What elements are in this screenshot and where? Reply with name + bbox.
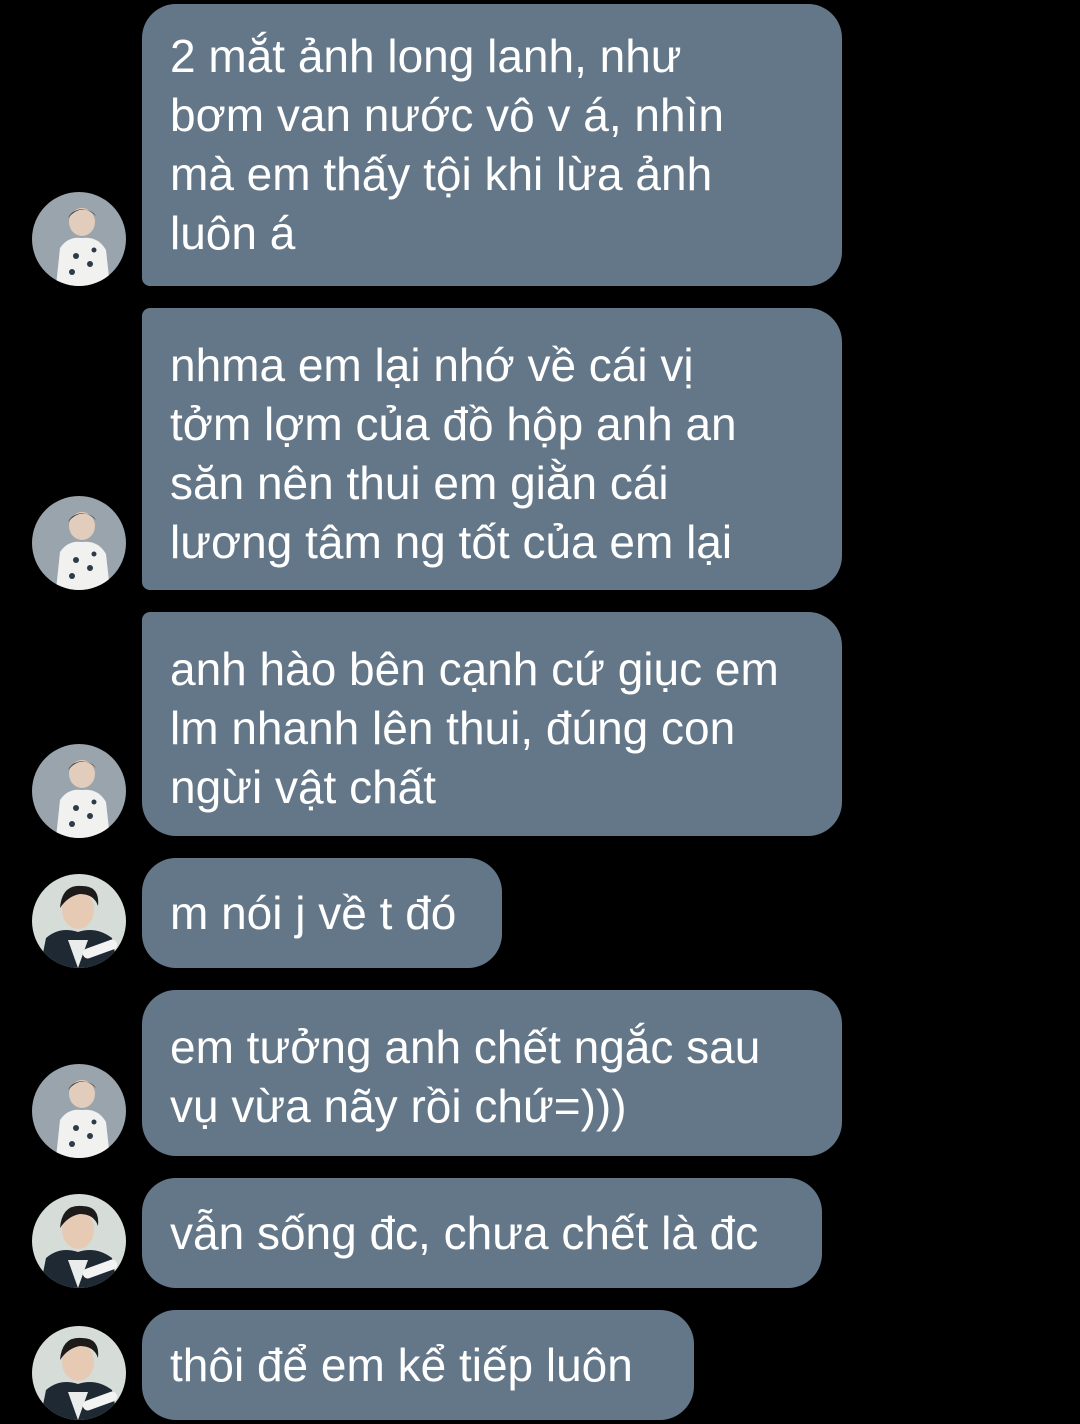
sender-avatar[interactable] xyxy=(32,874,126,968)
message-bubble[interactable]: thôi để em kể tiếp luôn xyxy=(142,1310,694,1420)
avatar-dark-photo xyxy=(32,874,126,968)
message-bubble[interactable]: 2 mắt ảnh long lanh, như bơm van nước vô… xyxy=(142,4,842,286)
avatar-light-photo xyxy=(32,1064,126,1158)
sender-avatar[interactable] xyxy=(32,496,126,590)
avatar-dark-photo xyxy=(32,1326,126,1420)
sender-avatar[interactable] xyxy=(32,1194,126,1288)
sender-avatar[interactable] xyxy=(32,1064,126,1158)
message-bubble[interactable]: anh hào bên cạnh cứ giục em lm nhanh lên… xyxy=(142,612,842,836)
message-bubble[interactable]: m nói j về t đó xyxy=(142,858,502,968)
sender-avatar[interactable] xyxy=(32,744,126,838)
avatar-light-photo xyxy=(32,744,126,838)
message-bubble[interactable]: vẫn sống đc, chưa chết là đc xyxy=(142,1178,822,1288)
message-bubble[interactable]: em tưởng anh chết ngắc sau vụ vừa nãy rồ… xyxy=(142,990,842,1156)
avatar-light-photo xyxy=(32,192,126,286)
avatar-dark-photo xyxy=(32,1194,126,1288)
message-bubble[interactable]: nhma em lại nhớ về cái vị tởm lợm của đồ… xyxy=(142,308,842,590)
sender-avatar[interactable] xyxy=(32,1326,126,1420)
avatar-light-photo xyxy=(32,496,126,590)
sender-avatar[interactable] xyxy=(32,192,126,286)
